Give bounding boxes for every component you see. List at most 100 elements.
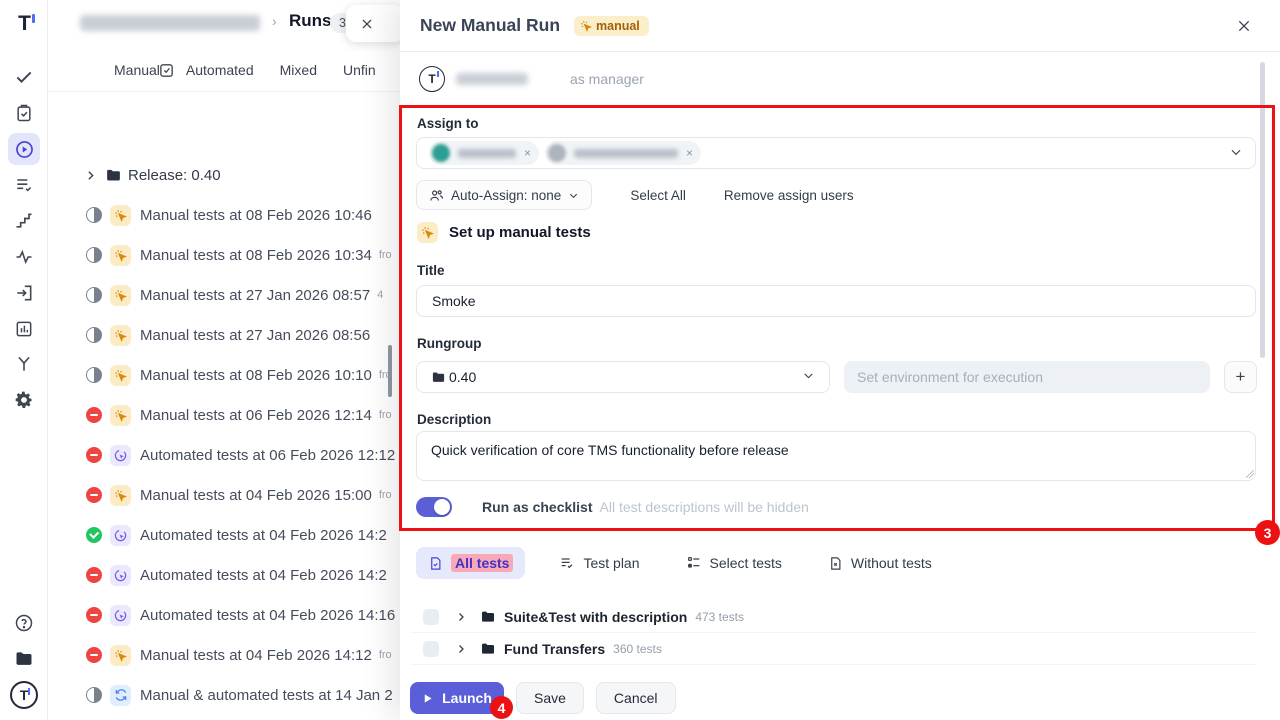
run-list-item[interactable]: Automated tests at 04 Feb 2026 14:2	[48, 515, 418, 555]
sidebar-item-help[interactable]	[8, 607, 40, 639]
cancel-button[interactable]: Cancel	[596, 682, 676, 714]
chevron-down-icon[interactable]	[1229, 145, 1243, 162]
breadcrumb-project-blurred[interactable]	[80, 15, 260, 31]
checklist-label: Run as checklist	[482, 499, 593, 515]
chevron-right-icon[interactable]	[455, 643, 467, 655]
run-title: Manual tests at 08 Feb 2026 10:10	[140, 367, 372, 384]
run-status-in_progress-icon	[86, 687, 102, 703]
description-textarea[interactable]: Quick verification of core TMS functiona…	[416, 431, 1256, 481]
resize-handle[interactable]	[1246, 470, 1255, 479]
app-logo[interactable]: T	[8, 8, 40, 40]
manager-role-label: as manager	[570, 71, 644, 87]
run-list-item[interactable]: Manual tests at 04 Feb 2026 14:12 fro	[48, 635, 418, 675]
breadcrumb-separator: ›	[272, 13, 277, 29]
run-status-passed-icon	[86, 527, 102, 543]
sidebar-item-reports[interactable]	[8, 313, 40, 345]
document-check-icon	[428, 556, 443, 571]
sidebar-item-settings[interactable]	[8, 384, 40, 416]
gear-icon	[14, 390, 34, 410]
tab-select-tests[interactable]: Select tests	[674, 548, 794, 578]
rungroup-label: Rungroup	[417, 336, 481, 351]
run-list-item[interactable]: Manual tests at 27 Jan 2026 08:57 4	[48, 275, 418, 315]
users-icon	[429, 188, 444, 203]
run-list-item[interactable]: Manual tests at 08 Feb 2026 10:34 fro	[48, 235, 418, 275]
run-list-item[interactable]: Automated tests at 04 Feb 2026 14:16	[48, 595, 418, 635]
run-suffix-text: fro	[379, 409, 392, 421]
runs-list-scrollbar[interactable]	[388, 345, 392, 397]
tab-unfinished[interactable]: Unfin	[343, 62, 376, 78]
run-title: Manual & automated tests at 14 Jan 2	[140, 687, 393, 704]
run-list-item[interactable]: Manual tests at 04 Feb 2026 15:00 fro	[48, 475, 418, 515]
chevron-right-icon[interactable]	[455, 611, 467, 623]
assign-to-select[interactable]: × ×	[416, 137, 1256, 169]
sidebar-item-branches[interactable]	[8, 348, 40, 380]
suite-checkbox[interactable]	[423, 641, 439, 657]
run-type-manual-icon	[110, 645, 131, 666]
sidebar-item-runs[interactable]	[8, 133, 40, 165]
select-runs-icon[interactable]	[158, 62, 175, 79]
run-type-manual-icon	[110, 245, 131, 266]
sidebar-item-results[interactable]	[8, 169, 40, 201]
environment-input[interactable]: Set environment for execution	[844, 361, 1210, 393]
play-circle-icon	[14, 139, 35, 160]
run-list-item[interactable]: Manual & automated tests at 14 Jan 2	[48, 675, 418, 715]
run-list-item[interactable]: Manual tests at 27 Jan 2026 08:56	[48, 315, 418, 355]
rungroup-select[interactable]: 0.40	[416, 361, 830, 393]
close-popover-button[interactable]	[346, 5, 404, 42]
modal-close-button[interactable]	[1234, 16, 1254, 36]
modal-footer: Launch Save Cancel	[410, 682, 676, 714]
run-list-item[interactable]: Manual tests at 08 Feb 2026 10:46	[48, 195, 418, 235]
run-list-item[interactable]: Manual tests at 06 Feb 2026 12:14 fro	[48, 395, 418, 435]
select-all-button[interactable]: Select All	[630, 188, 686, 203]
run-title: Manual tests at 08 Feb 2026 10:46	[140, 207, 372, 224]
play-icon	[422, 693, 433, 704]
add-environment-button[interactable]: +	[1224, 361, 1257, 393]
branch-icon	[14, 354, 34, 374]
run-list-item[interactable]: Automated tests at 06 Feb 2026 12:12	[48, 435, 418, 475]
tab-mixed[interactable]: Mixed	[280, 62, 317, 78]
run-list-item[interactable]: Manual tests at 08 Feb 2026 10:10 fro	[48, 355, 418, 395]
tab-without-tests[interactable]: Without tests	[816, 548, 944, 578]
remove-assignee-icon[interactable]: ×	[524, 146, 531, 160]
remove-assign-users-button[interactable]: Remove assign users	[724, 188, 854, 203]
sidebar-item-plans[interactable]	[8, 97, 40, 129]
run-status-failed-icon	[86, 647, 102, 663]
suite-row[interactable]: Fund Transfers 360 tests	[410, 633, 1256, 665]
assignee-chip[interactable]: ×	[429, 141, 539, 165]
checklist-icon	[686, 555, 702, 571]
tab-test-plan[interactable]: Test plan	[547, 548, 651, 578]
sidebar-item-milestones[interactable]	[8, 205, 40, 237]
import-icon	[14, 283, 34, 303]
suite-row[interactable]: Suite&Test with description 473 tests	[410, 601, 1256, 633]
list-check-icon	[14, 175, 34, 195]
sidebar-item-projects[interactable]	[8, 643, 40, 675]
annotation-number-3: 3	[1255, 520, 1280, 545]
suite-checkbox[interactable]	[423, 609, 439, 625]
sidebar-item-tests[interactable]	[8, 61, 40, 93]
account-avatar[interactable]: T	[8, 679, 40, 711]
run-list-item[interactable]: Automated tests at 04 Feb 2026 14:2	[48, 555, 418, 595]
sidebar-item-imports[interactable]	[8, 277, 40, 309]
breadcrumb-runs[interactable]: Runs	[289, 11, 332, 31]
checklist-hint: All test descriptions will be hidden	[600, 499, 809, 515]
chevron-right-icon[interactable]	[84, 169, 97, 182]
modal-scrollbar[interactable]	[1260, 62, 1265, 358]
release-folder-row[interactable]: Release: 0.40	[48, 155, 418, 195]
run-type-automated-icon	[110, 565, 131, 586]
auto-assign-dropdown[interactable]: Auto-Assign: none	[416, 180, 592, 210]
tab-automated[interactable]: Automated	[186, 62, 254, 78]
assignee-chip[interactable]: ×	[545, 141, 701, 165]
run-type-manual-icon	[110, 365, 131, 386]
run-status-failed-icon	[86, 567, 102, 583]
run-as-checklist-toggle[interactable]	[416, 497, 452, 517]
sidebar-item-analytics[interactable]	[8, 241, 40, 273]
suite-name: Fund Transfers	[504, 641, 605, 657]
check-icon	[14, 67, 34, 87]
bar-chart-icon	[14, 319, 34, 339]
document-x-icon	[828, 556, 843, 571]
tab-manual[interactable]: Manual	[114, 62, 160, 78]
remove-assignee-icon[interactable]: ×	[686, 146, 693, 160]
save-button[interactable]: Save	[516, 682, 584, 714]
tab-all-tests[interactable]: All tests	[416, 547, 525, 579]
title-input[interactable]: Smoke	[416, 285, 1256, 317]
